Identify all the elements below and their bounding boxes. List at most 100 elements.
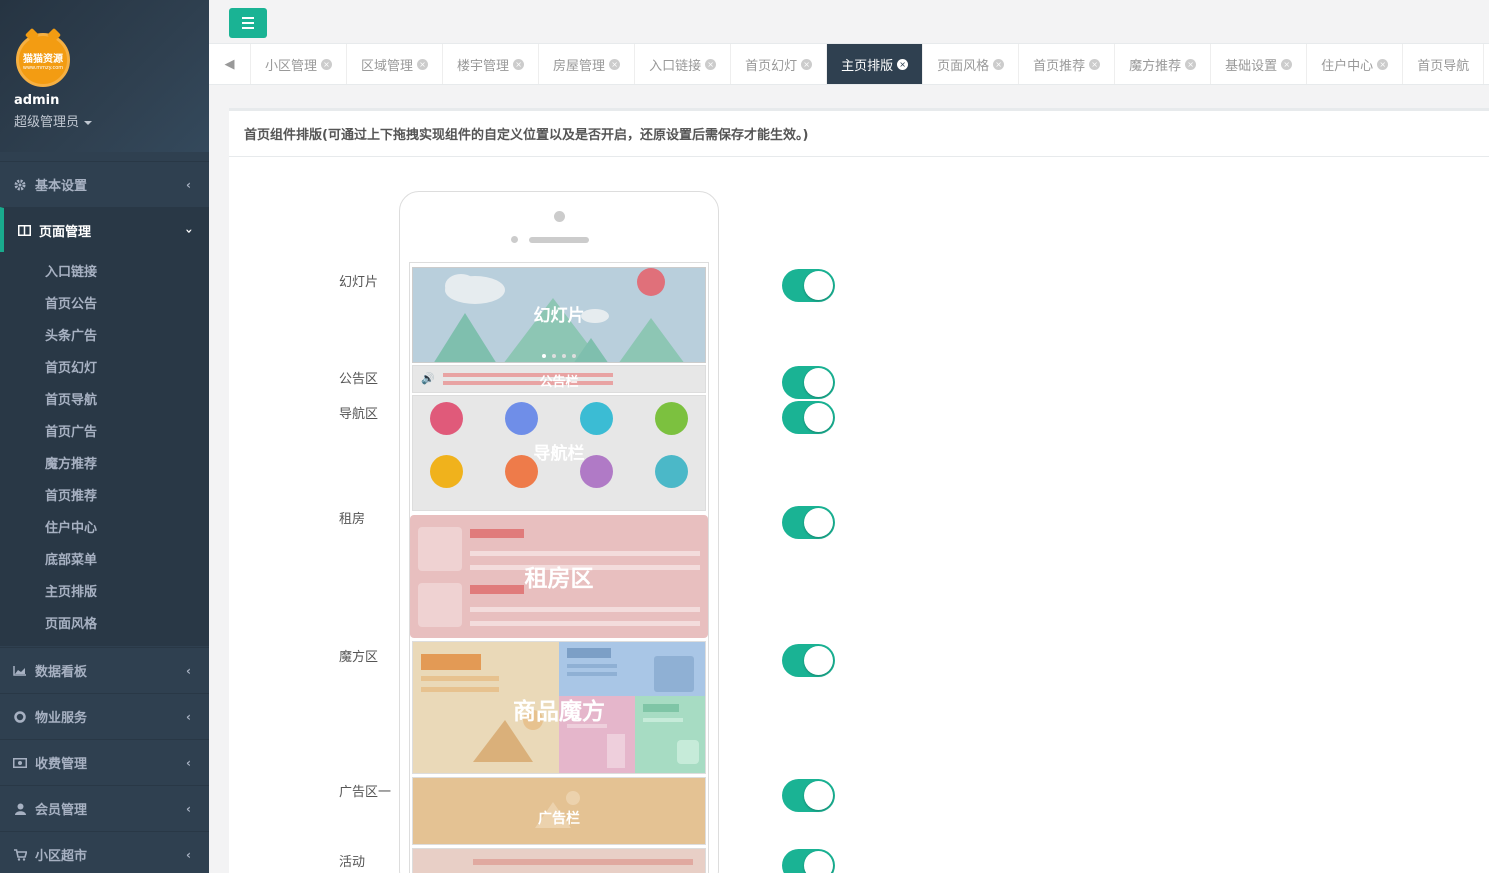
submenu-item[interactable]: 魔方推荐 [45,453,97,472]
tab-label: 楼宇管理 [457,59,510,74]
close-icon[interactable]: × [993,59,1005,70]
toggle-cube[interactable] [782,644,835,677]
toggle-rent[interactable] [782,506,835,539]
hamburger-icon [242,17,254,19]
chevron-left-icon: ‹ [186,663,191,678]
submenu-item[interactable]: 首页广告 [45,421,97,440]
submenu-item[interactable]: 页面风格 [45,613,97,632]
component-label: 公告区 [339,372,379,387]
close-icon[interactable]: × [417,59,429,70]
toggle-activity[interactable] [782,849,835,873]
component-label: 幻灯片 [339,275,379,290]
menu-member-management[interactable]: 会员管理 ‹ [0,785,209,831]
double-chevron-left-icon: ◀ [224,57,235,72]
submenu-item[interactable]: 首页导航 [45,389,97,408]
preview-rent-label: 租房区 [524,566,594,592]
tabs-scroll-left-button[interactable]: ◀ [209,44,251,84]
submenu-item[interactable]: 首页公告 [45,293,97,312]
component-label: 导航区 [339,407,379,422]
close-icon[interactable]: × [321,59,333,70]
user-role: 超级管理员 [14,115,80,130]
profile-area: 猫猫资源 www.mmzy.com admin 超级管理员 [0,0,209,152]
submenu-item[interactable]: 入口链接 [45,261,97,280]
tab-home-nav[interactable]: 首页导航 [1403,44,1485,84]
tab-label: 区域管理 [361,59,414,74]
preview-nav-block[interactable]: 导航栏 [412,395,706,511]
close-icon[interactable]: × [897,59,909,70]
menu-label: 小区超市 [35,849,88,864]
tab-building-management[interactable]: 楼宇管理 × [443,44,540,84]
tab-label: 房屋管理 [553,59,606,74]
submenu-item[interactable]: 首页推荐 [45,485,97,504]
chevron-left-icon: ‹ [186,755,191,770]
tab-page-style[interactable]: 页面风格 × [923,44,1020,84]
tab-label: 住户中心 [1321,59,1374,74]
life-ring-icon [13,710,27,724]
menu-property-service[interactable]: 物业服务 ‹ [0,693,209,739]
toggle-nav[interactable] [782,401,835,434]
close-icon[interactable]: × [1089,59,1101,70]
submenu-item[interactable]: 住户中心 [45,517,97,536]
close-icon[interactable]: × [609,59,621,70]
component-label: 魔方区 [339,650,379,665]
tab-entry-links[interactable]: 入口链接 × [635,44,732,84]
gear-icon [13,178,27,192]
tab-area-management[interactable]: 区域管理 × [347,44,444,84]
tab-home-slides[interactable]: 首页幻灯 × [731,44,828,84]
menu-label: 页面管理 [39,225,92,240]
user-name: admin [14,93,60,108]
preview-activity-block[interactable] [412,848,706,873]
tab-cube-recommend[interactable]: 魔方推荐 × [1115,44,1212,84]
tab-basic-settings[interactable]: 基础设置 × [1211,44,1308,84]
phone-speaker [529,237,589,243]
tab-community-management[interactable]: 小区管理 × [251,44,348,84]
chevron-left-icon: ‹ [186,801,191,816]
menu-basic-settings[interactable]: 基本设置 ‹ [0,161,209,207]
toggle-ad-one[interactable] [782,779,835,812]
submenu-item[interactable]: 底部菜单 [45,549,97,568]
area-chart-icon [13,664,27,678]
menu-label: 基本设置 [35,179,88,194]
preview-cube-block[interactable]: 商品魔方 [412,641,706,774]
preview-ad-block[interactable]: 广告栏 [412,777,706,845]
preview-rent-block[interactable]: 租房区 [410,515,708,638]
tab-label: 首页幻灯 [745,59,798,74]
submenu-item[interactable]: 首页幻灯 [45,357,97,376]
submenu-item[interactable]: 头条广告 [45,325,97,344]
preview-nav-label: 导航栏 [533,444,585,464]
tab-label: 小区管理 [265,59,318,74]
tab-house-management[interactable]: 房屋管理 × [539,44,636,84]
tab-label: 基础设置 [1225,59,1278,74]
menu-label: 物业服务 [35,711,88,726]
tab-home-layout[interactable]: 主页排版 × [827,44,924,84]
brand-logo: 猫猫资源 www.mmzy.com [16,27,70,87]
submenu-item[interactable]: 主页排版 [45,581,97,600]
menu-page-management[interactable]: 页面管理 ‹ [0,207,209,253]
tag-icon [430,402,463,435]
close-icon[interactable]: × [1281,59,1293,70]
toggle-notice[interactable] [782,366,835,399]
money-icon [13,756,27,770]
preview-notice-block[interactable]: 🔊 公告栏 [412,365,706,393]
close-icon[interactable]: × [801,59,813,70]
caret-down-icon [84,120,93,125]
close-icon[interactable]: × [513,59,525,70]
user-role-dropdown[interactable]: 超级管理员 [14,111,93,130]
preview-ad-label: 广告栏 [538,811,580,827]
columns-icon [17,224,31,238]
tab-label: 魔方推荐 [1129,59,1182,74]
tab-label: 首页推荐 [1033,59,1086,74]
menu-toggle-button[interactable] [229,8,267,38]
close-icon[interactable]: × [1185,59,1197,70]
menu-community-shop[interactable]: 小区超市 ‹ [0,831,209,873]
menu-fee-management[interactable]: 收费管理 ‹ [0,739,209,785]
close-icon[interactable]: × [705,59,717,70]
menu-data-board[interactable]: 数据看板 ‹ [0,647,209,693]
tab-resident-center[interactable]: 住户中心 × [1307,44,1404,84]
tab-home-recommend[interactable]: 首页推荐 × [1019,44,1116,84]
toggle-slide[interactable] [782,269,835,302]
chevron-left-icon: ‹ [186,709,191,724]
phone-screen: 幻灯片 🔊 公告栏 导航栏 租房区 商品魔方 广告栏 [409,262,709,873]
preview-slide-block[interactable]: 幻灯片 [412,267,706,363]
close-icon[interactable]: × [1377,59,1389,70]
